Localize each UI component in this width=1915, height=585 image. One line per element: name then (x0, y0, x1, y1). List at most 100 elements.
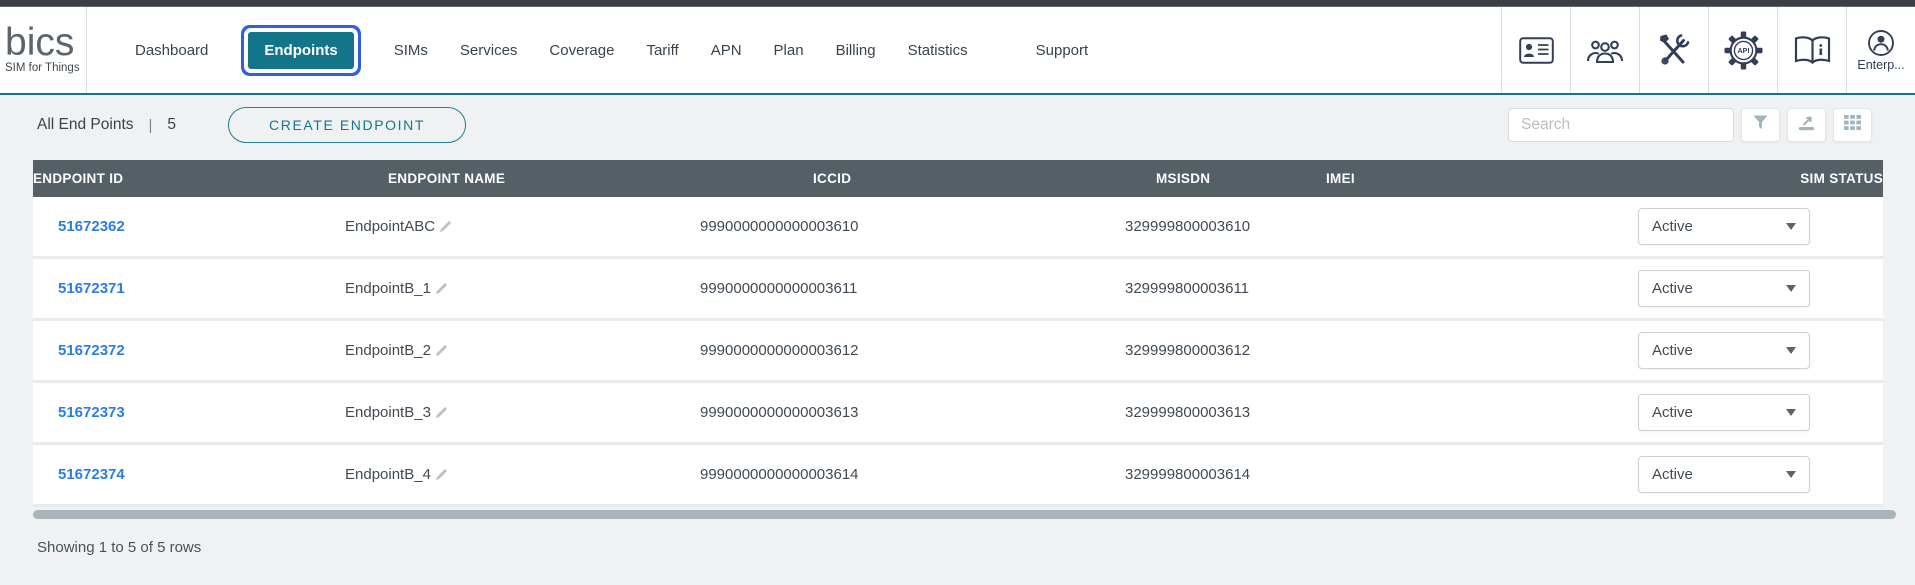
top-navbar: bics SIM for Things Dashboard Endpoints … (0, 7, 1915, 95)
msisdn-cell: 329999800003614 (1125, 466, 1468, 483)
horizontal-scrollbar[interactable] (33, 510, 1896, 519)
endpoints-table: ENDPOINT ID ENDPOINT NAME ICCID MSISDN I… (33, 160, 1883, 507)
msisdn-cell: 329999800003613 (1125, 404, 1468, 421)
iccid-cell: 9990000000000003613 (700, 404, 1125, 421)
endpoint-name-text: EndpointB_1 (345, 280, 431, 297)
sim-status-select[interactable]: Active (1638, 456, 1810, 493)
export-button[interactable] (1787, 108, 1826, 142)
sim-status-cell: Active (1638, 208, 1883, 245)
edit-pencil-icon[interactable] (435, 468, 448, 481)
nav-item-label: Support (1036, 42, 1089, 59)
enterprise-user-button[interactable]: Enterp... (1846, 7, 1915, 93)
iccid-cell: 9990000000000003614 (700, 466, 1125, 483)
edit-pencil-icon[interactable] (435, 344, 448, 357)
export-icon (1798, 115, 1815, 136)
endpoint-id-cell: 51672362 (33, 218, 345, 235)
sim-status-value: Active (1652, 342, 1693, 359)
nav-item[interactable]: Plan (774, 42, 804, 59)
search-input[interactable] (1508, 108, 1734, 142)
brand-logo-subtext: SIM for Things (5, 62, 86, 74)
edit-pencil-icon[interactable] (435, 282, 448, 295)
sim-status-select[interactable]: Active (1638, 394, 1810, 431)
nav-item-label: Dashboard (135, 42, 208, 59)
nav-item[interactable]: Dashboard (135, 42, 208, 59)
nav-item[interactable]: Support (1036, 42, 1089, 59)
endpoint-id-link[interactable]: 51672372 (58, 342, 125, 359)
sim-status-cell: Active (1638, 332, 1883, 369)
nav-item[interactable]: Coverage (549, 42, 614, 59)
table-column-header[interactable]: IMEI (1326, 171, 1800, 186)
user-guide-button[interactable] (1777, 7, 1846, 93)
iccid-cell: 9990000000000003612 (700, 342, 1125, 359)
filter-funnel-icon (1753, 115, 1768, 135)
endpoint-id-link[interactable]: 51672371 (58, 280, 125, 297)
endpoint-id-link[interactable]: 51672374 (58, 466, 125, 483)
columns-grid-icon (1844, 115, 1861, 135)
edit-pencil-icon[interactable] (439, 220, 452, 233)
nav-item-label: SIMs (394, 42, 428, 59)
endpoint-name-text: EndpointB_3 (345, 404, 431, 421)
user-guide-icon (1793, 35, 1832, 66)
title-separator: | (149, 117, 153, 134)
enterprise-user-icon (1867, 29, 1895, 57)
create-endpoint-button[interactable]: CREATE ENDPOINT (228, 107, 466, 143)
endpoints-page: All End Points | 5 CREATE ENDPOINT (0, 107, 1915, 556)
endpoint-name-text: EndpointB_2 (345, 342, 431, 359)
endpoint-name-text: EndpointB_4 (345, 466, 431, 483)
nav-item-label: APN (711, 42, 742, 59)
endpoint-name-cell: EndpointB_4 (345, 466, 700, 483)
nav-item[interactable]: Statistics (908, 42, 968, 59)
page-toolbar: All End Points | 5 CREATE ENDPOINT (0, 107, 1915, 143)
table-row: 51672374 EndpointB_4 9990000000000003614… (33, 445, 1883, 507)
users-group-button[interactable] (1570, 7, 1639, 93)
contacts-card-icon (1519, 37, 1554, 64)
sim-status-select[interactable]: Active (1638, 208, 1810, 245)
table-column-header[interactable]: ENDPOINT ID (33, 171, 388, 186)
api-button[interactable]: API (1708, 7, 1777, 93)
nav-spacer (1088, 7, 1501, 93)
nav-item[interactable]: APN (711, 42, 742, 59)
endpoint-id-link[interactable]: 51672362 (58, 218, 125, 235)
endpoint-id-cell: 51672374 (33, 466, 345, 483)
table-header-row: ENDPOINT ID ENDPOINT NAME ICCID MSISDN I… (33, 160, 1883, 197)
chevron-down-icon (1786, 409, 1796, 416)
nav-item-label: Tariff (646, 42, 678, 59)
nav-item[interactable]: Endpoints (248, 32, 353, 69)
tools-button[interactable] (1639, 7, 1708, 93)
filter-button[interactable] (1741, 108, 1780, 142)
endpoint-id-link[interactable]: 51672373 (58, 404, 125, 421)
chevron-down-icon (1786, 223, 1796, 230)
table-row: 51672372 EndpointB_2 9990000000000003612… (33, 321, 1883, 383)
msisdn-cell: 329999800003611 (1125, 280, 1468, 297)
header-icon-bar: API Enterp... (1501, 7, 1915, 93)
edit-pencil-icon[interactable] (435, 406, 448, 419)
main-nav: Dashboard Endpoints SIMs Services Covera… (87, 7, 1088, 93)
rows-summary: Showing 1 to 5 of 5 rows (37, 539, 1915, 556)
table-column-header[interactable]: MSISDN (1156, 171, 1326, 186)
table-column-header[interactable]: ENDPOINT NAME (388, 171, 813, 186)
brand-logo[interactable]: bics SIM for Things (0, 7, 87, 93)
msisdn-cell: 329999800003610 (1125, 218, 1468, 235)
contacts-card-button[interactable] (1501, 7, 1570, 93)
toolbar-right (1508, 108, 1872, 142)
nav-item-label: Plan (774, 42, 804, 59)
nav-item[interactable]: Billing (836, 42, 876, 59)
table-column-header[interactable]: ICCID (813, 171, 1156, 186)
columns-button[interactable] (1833, 108, 1872, 142)
users-group-icon (1586, 36, 1624, 64)
sim-status-select[interactable]: Active (1638, 270, 1810, 307)
brand-logo-text: bics (5, 26, 86, 59)
window-top-strip (0, 0, 1915, 7)
nav-item[interactable]: Services (460, 42, 518, 59)
sim-status-cell: Active (1638, 270, 1883, 307)
nav-item[interactable]: SIMs (394, 42, 428, 59)
table-column-header[interactable]: SIM STATUS (1800, 171, 1883, 186)
endpoint-id-cell: 51672372 (33, 342, 345, 359)
chevron-down-icon (1786, 471, 1796, 478)
endpoint-name-text: EndpointABC (345, 218, 435, 235)
table-body: 51672362 EndpointABC 9990000000000003610… (33, 197, 1883, 507)
endpoint-count: 5 (167, 116, 176, 134)
sim-status-select[interactable]: Active (1638, 332, 1810, 369)
endpoint-name-cell: EndpointABC (345, 218, 700, 235)
nav-item[interactable]: Tariff (646, 42, 678, 59)
